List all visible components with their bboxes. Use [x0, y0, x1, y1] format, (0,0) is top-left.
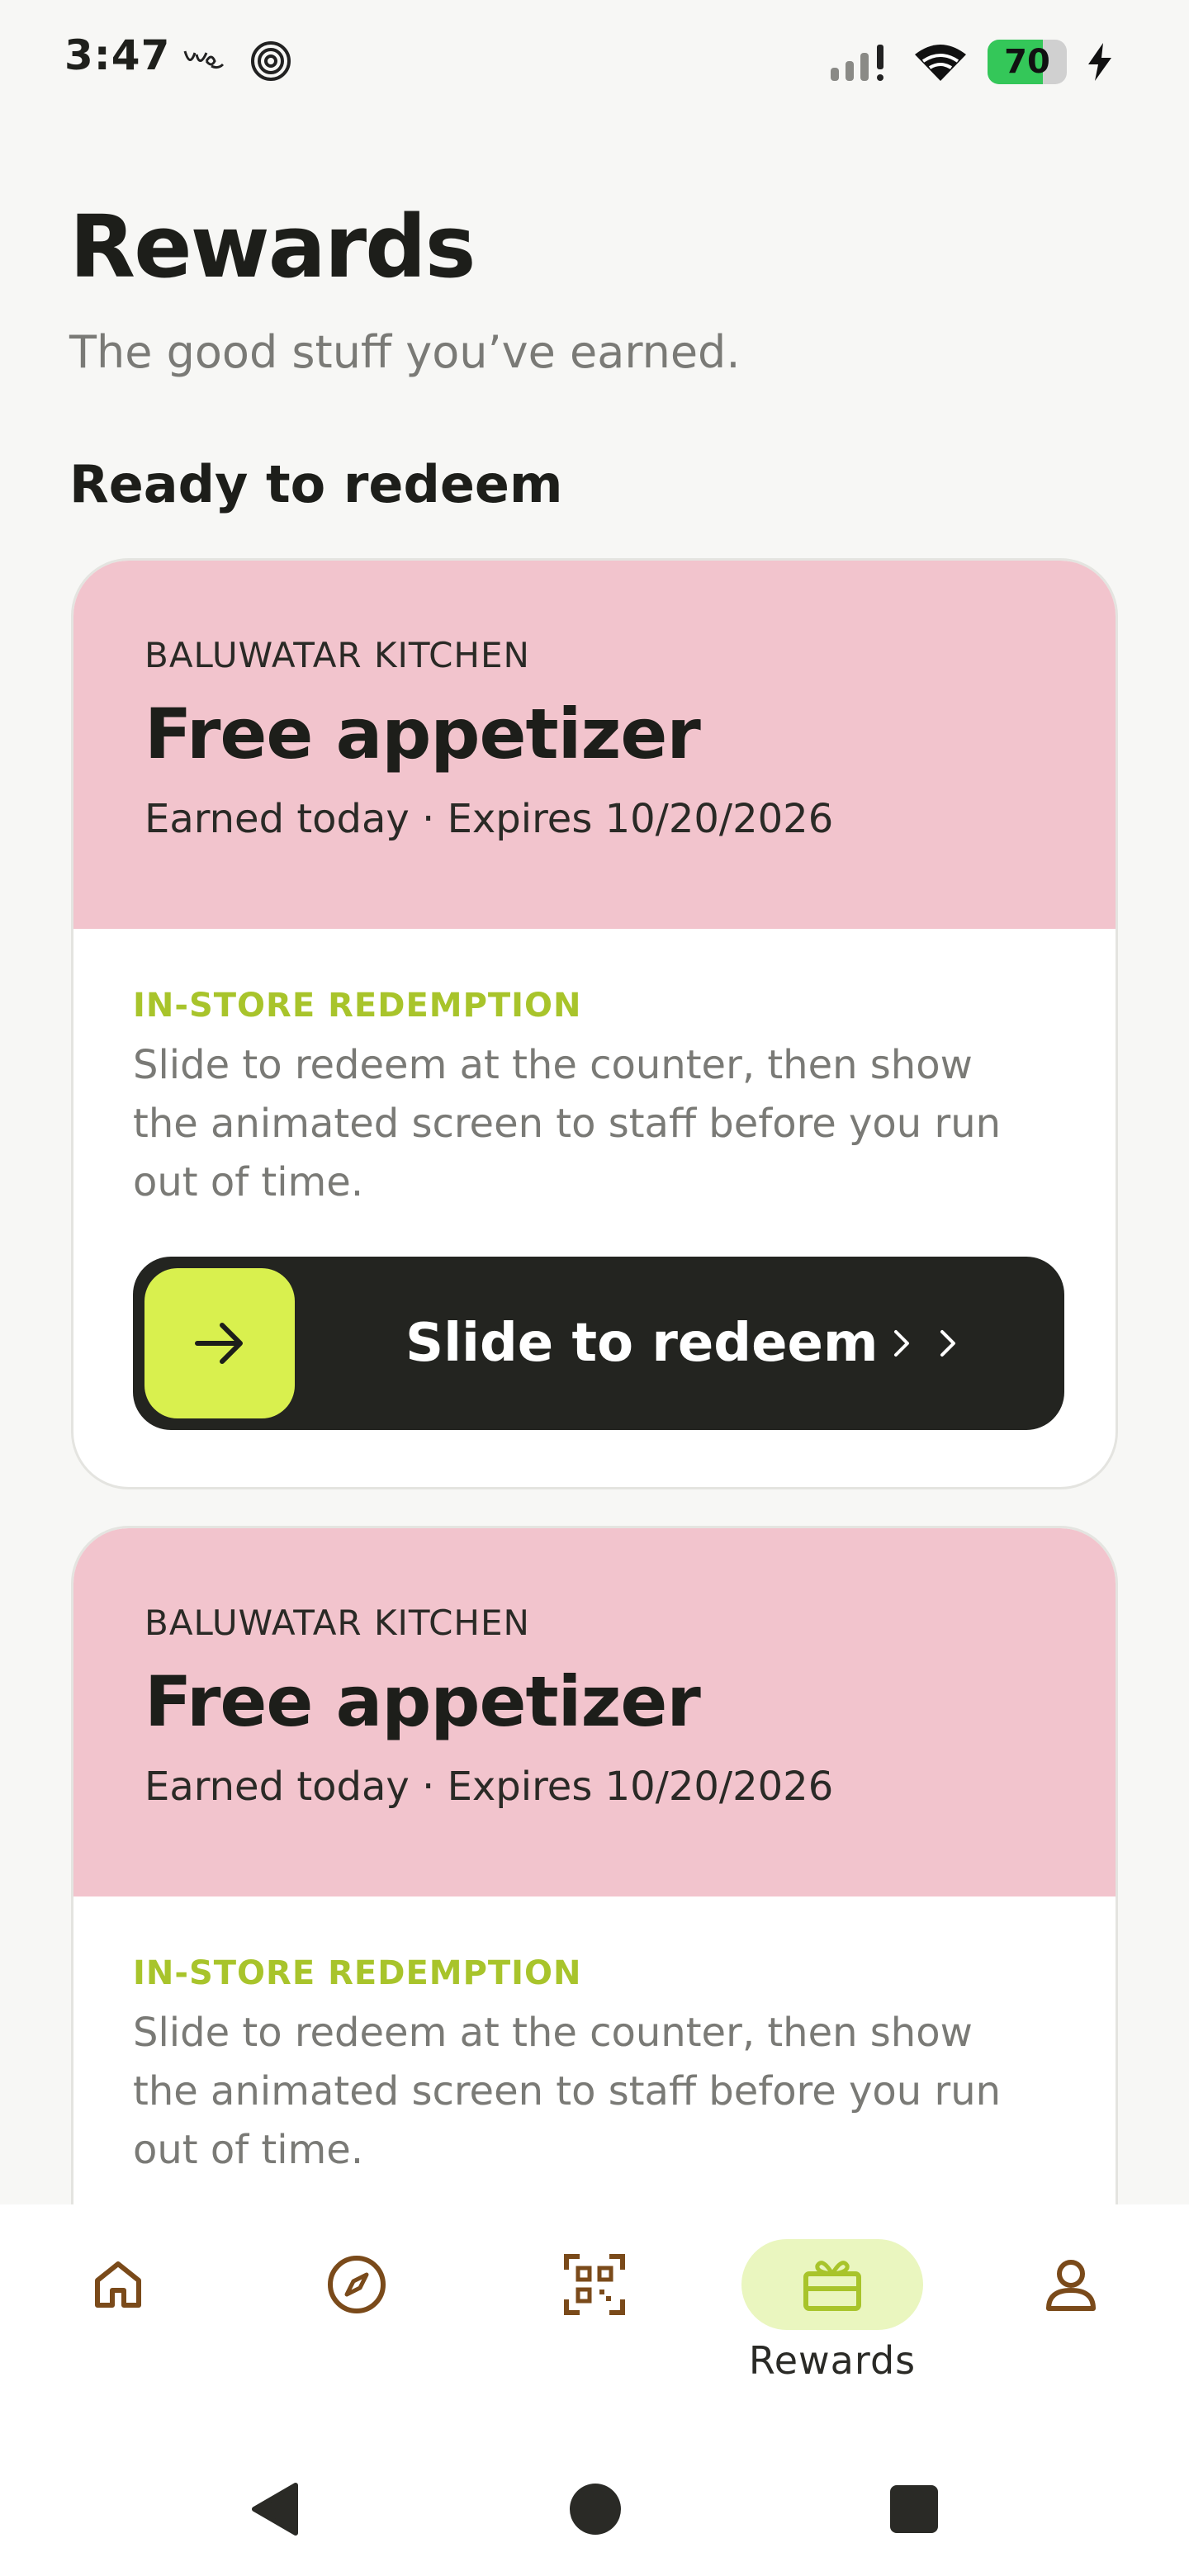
reward-card-header: BALUWATAR KITCHEN Free appetizer Earned …	[73, 561, 1116, 929]
reward-title: Free appetizer	[144, 694, 701, 774]
reward-card[interactable]: BALUWATAR KITCHEN Free appetizer Earned …	[71, 558, 1118, 1489]
status-bar: 3:47 70	[0, 0, 1189, 124]
reward-card-header: BALUWATAR KITCHEN Free appetizer Earned …	[73, 1528, 1116, 1896]
page-subtitle: The good stuff you’ve earned.	[69, 326, 741, 378]
nav-label-rewards: Rewards	[748, 2338, 917, 2383]
wifi-icon	[915, 45, 966, 81]
nav-icon-container	[504, 2239, 685, 2330]
home-button-icon[interactable]	[566, 2480, 624, 2538]
redemption-type-label: IN-STORE REDEMPTION	[133, 1954, 582, 1992]
status-indicators: 70	[827, 33, 1115, 91]
signal-icon	[831, 45, 883, 81]
nav-icon-container	[266, 2239, 448, 2330]
reward-card-body: IN-STORE REDEMPTION Slide to redeem at t…	[73, 1896, 1116, 2180]
chevron-right-icon	[940, 1330, 955, 1357]
reward-meta: Earned today · Expires 10/20/2026	[144, 1764, 834, 1810]
qr-scan-icon	[564, 2254, 625, 2315]
system-navigation-bar	[0, 2444, 1189, 2576]
reward-title: Free appetizer	[144, 1661, 701, 1742]
battery-icon: 70	[988, 40, 1067, 84]
arrow-right-icon	[195, 1323, 243, 1364]
nav-active-pill	[741, 2239, 923, 2330]
nav-icon-container	[980, 2239, 1162, 2330]
nav-item-home[interactable]	[27, 2204, 209, 2436]
redemption-description: Slide to redeem at the counter, then sho…	[133, 1042, 1002, 1205]
page-title: Rewards	[69, 197, 476, 297]
back-icon[interactable]	[248, 2480, 306, 2538]
target-app-icon	[251, 41, 291, 81]
profile-icon	[1046, 2260, 1096, 2311]
slider-handle[interactable]	[144, 1268, 295, 1418]
merchant-name: BALUWATAR KITCHEN	[144, 635, 530, 675]
nav-item-explore[interactable]	[266, 2204, 448, 2436]
nav-item-scan[interactable]	[504, 2204, 685, 2436]
nav-icon-container	[27, 2239, 209, 2330]
battery-level: 70	[1004, 43, 1050, 81]
home-icon	[95, 2261, 141, 2308]
merchant-name: BALUWATAR KITCHEN	[144, 1603, 530, 1643]
slide-to-redeem-slider[interactable]: Slide to redeem	[133, 1257, 1064, 1430]
section-title: Ready to redeem	[69, 454, 563, 514]
slider-chevrons	[893, 1257, 957, 1430]
status-time: 3:47	[64, 31, 171, 79]
slider-label: Slide to redeem	[405, 1313, 879, 1374]
compass-icon	[328, 2256, 386, 2313]
redemption-type-label: IN-STORE REDEMPTION	[133, 987, 582, 1025]
gift-icon	[803, 2261, 861, 2311]
rewards-screen: 3:47 70 Rewards The good stuff you’ve ea…	[0, 0, 1189, 2576]
reward-meta: Earned today · Expires 10/20/2026	[144, 796, 834, 842]
nav-item-profile[interactable]	[980, 2204, 1162, 2436]
reward-card-body: IN-STORE REDEMPTION Slide to redeem at t…	[73, 929, 1116, 1430]
nav-item-rewards[interactable]: Rewards	[741, 2204, 923, 2436]
charging-icon	[1088, 43, 1111, 81]
vybe-app-icon	[183, 50, 225, 69]
redemption-description: Slide to redeem at the counter, then sho…	[133, 2010, 1002, 2173]
recents-icon[interactable]	[885, 2480, 943, 2538]
chevron-right-icon	[894, 1330, 909, 1357]
